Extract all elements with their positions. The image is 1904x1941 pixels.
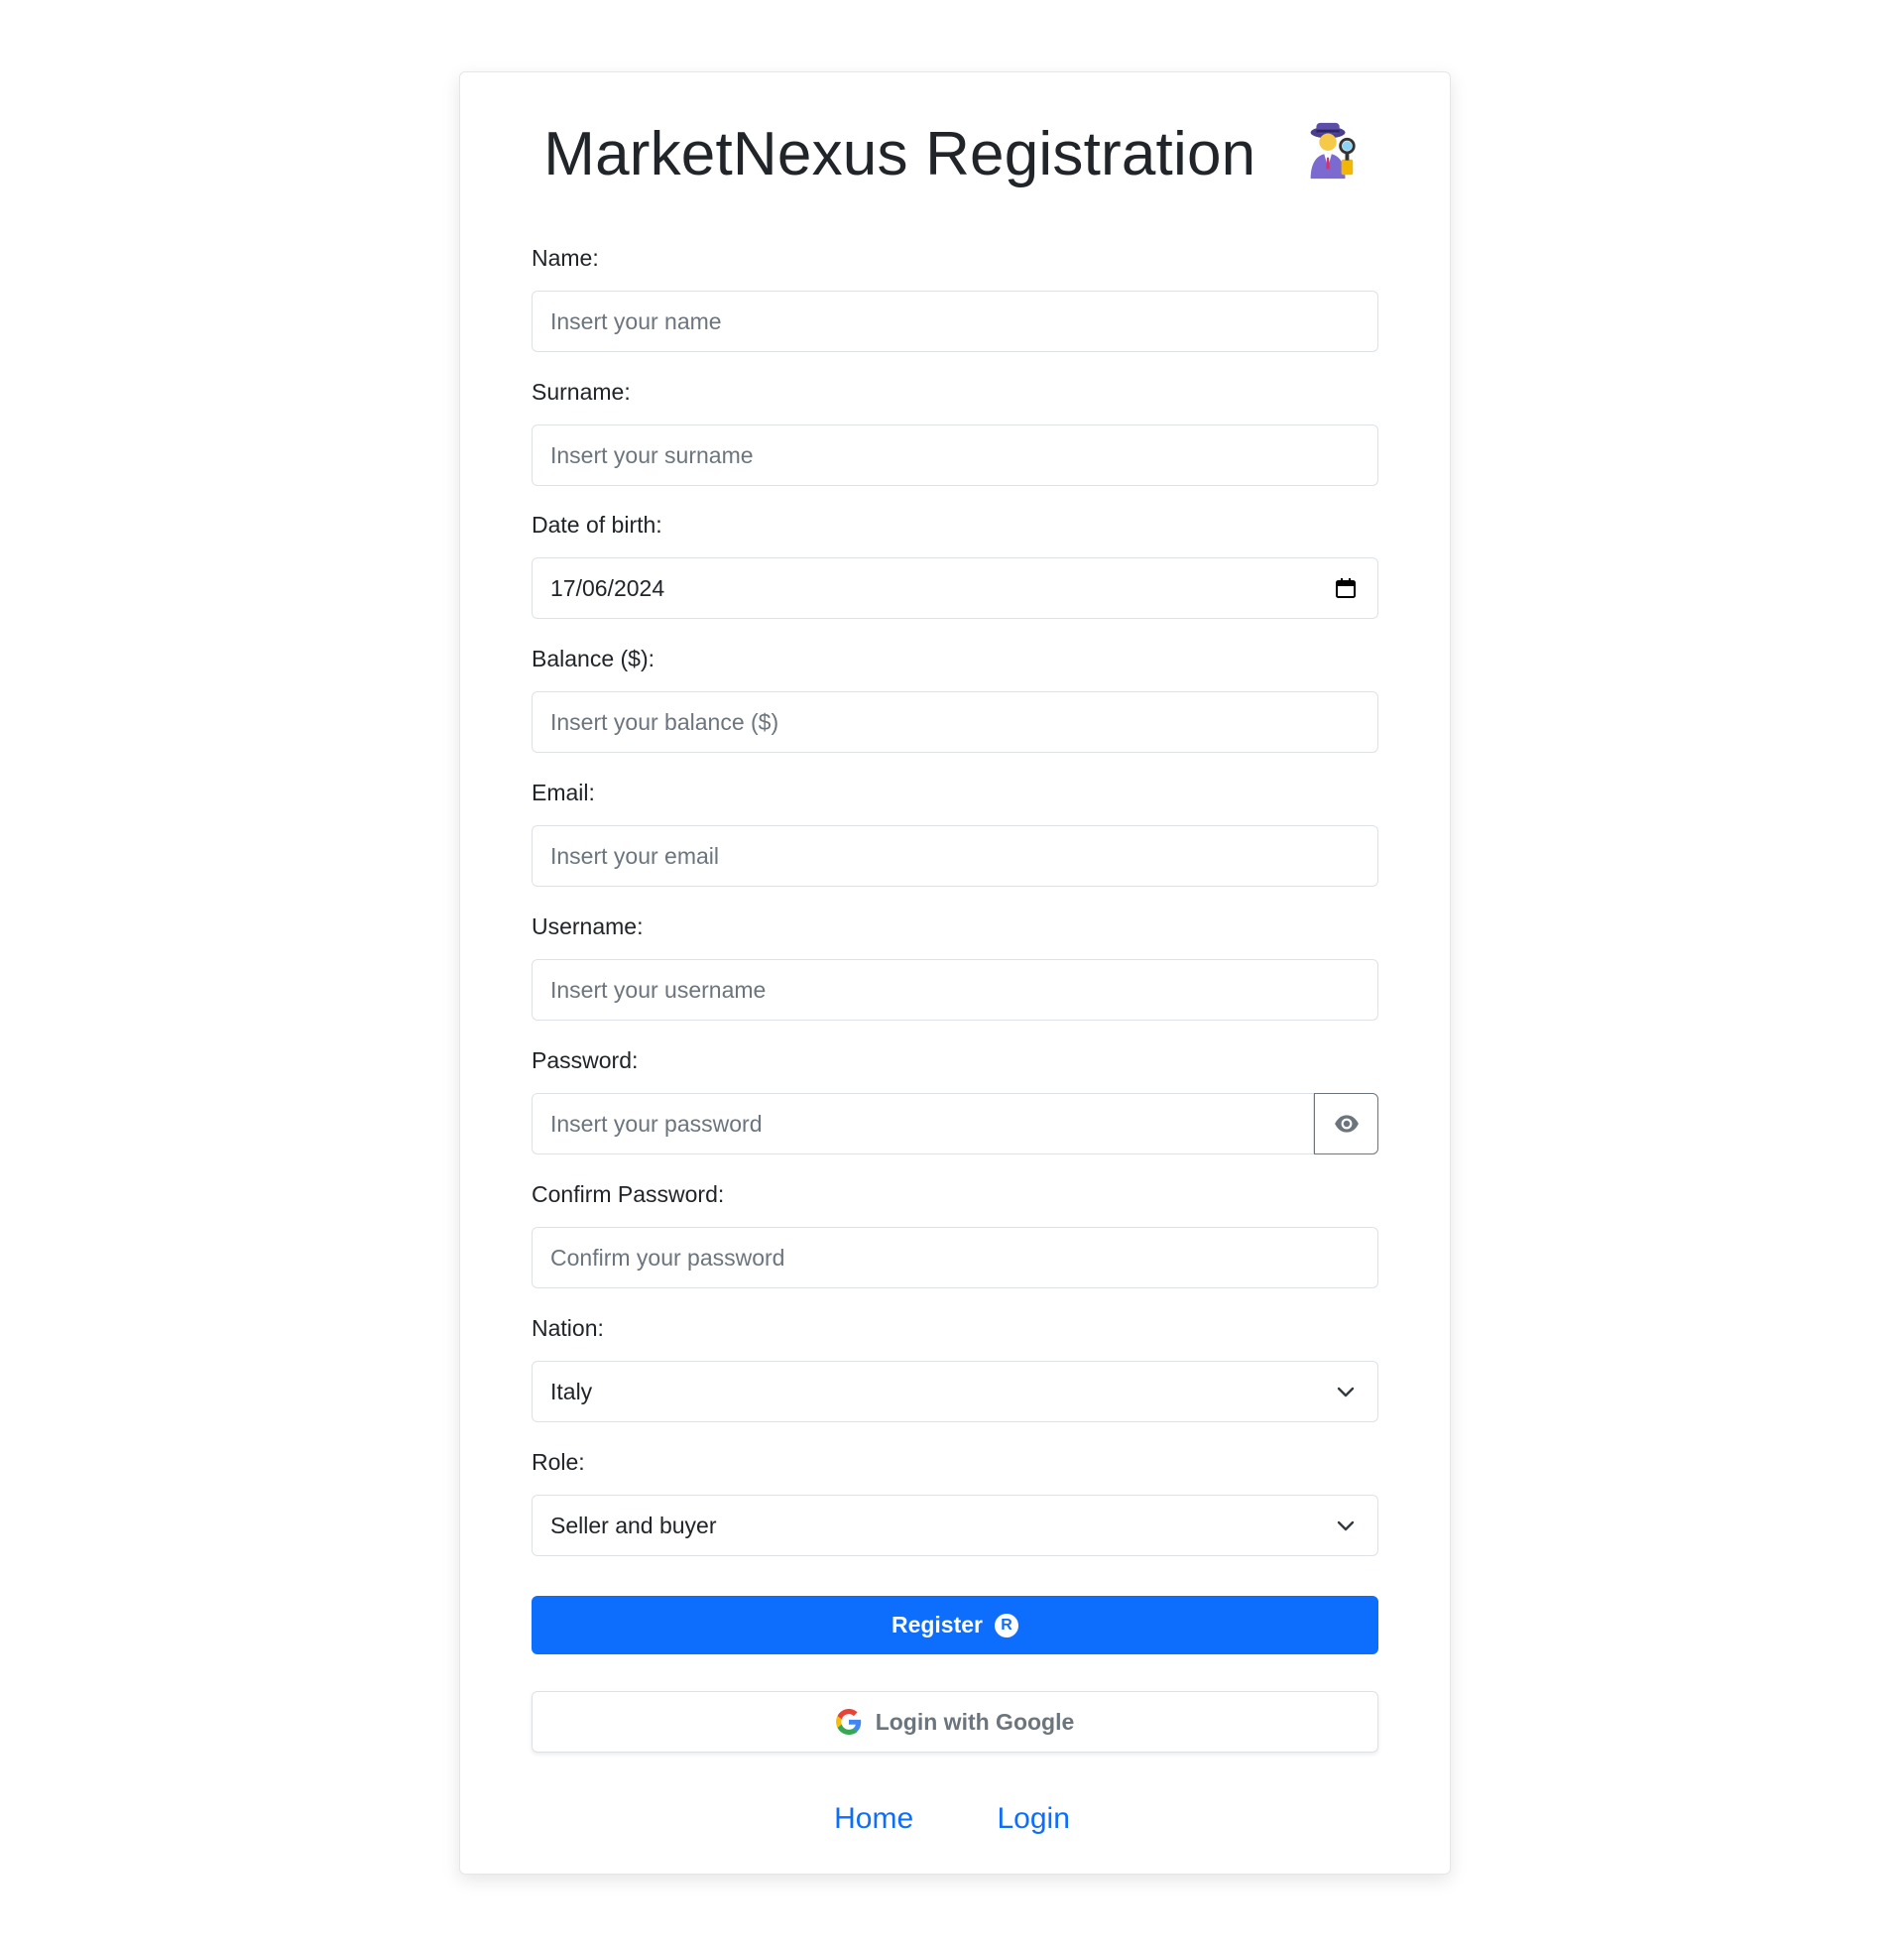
home-link[interactable]: Home [834,1802,913,1835]
register-button[interactable]: Register R [532,1596,1378,1654]
role-label: Role: [532,1449,585,1475]
surname-label: Surname: [532,379,631,405]
name-label: Name: [532,245,599,271]
name-input[interactable]: Insert your name [532,291,1378,352]
confirm-password-input[interactable]: Confirm your password [532,1227,1378,1288]
nation-select[interactable]: Italy [532,1361,1378,1422]
register-button-label: Register [891,1612,984,1638]
email-placeholder: Insert your email [550,842,720,869]
balance-label: Balance ($): [532,646,655,671]
confirm-password-label: Confirm Password: [532,1181,725,1207]
page-title: MarketNexus Registration [0,119,1904,189]
google-logo-icon [835,1709,861,1735]
login-link[interactable]: Login [997,1802,1069,1835]
calendar-icon[interactable] [1334,576,1358,600]
password-label: Password: [532,1047,639,1073]
confirm-password-field-group: Confirm Password: Confirm your password [532,1179,1378,1288]
google-button-label: Login with Google [875,1708,1075,1735]
password-placeholder: Insert your password [550,1110,763,1137]
email-label: Email: [532,780,595,805]
dob-label: Date of birth: [532,512,662,538]
nation-field-group: Nation: Italy [532,1313,1378,1422]
surname-placeholder: Insert your surname [550,441,754,468]
dob-input[interactable]: 17/06/2024 [532,557,1378,619]
balance-input[interactable]: Insert your balance ($) [532,691,1378,753]
nation-value: Italy [550,1378,593,1404]
toggle-password-visibility-button[interactable] [1314,1093,1378,1154]
username-placeholder: Insert your username [550,976,767,1003]
detective-emoji-icon [1310,122,1356,180]
footer-links: Home Login [0,1802,1904,1836]
surname-input[interactable]: Insert your surname [532,425,1378,486]
balance-field-group: Balance ($): Insert your balance ($) [532,644,1378,753]
chevron-down-icon [1337,1520,1355,1531]
role-field-group: Role: Seller and buyer [532,1447,1378,1556]
password-field-group: Password: Insert your password [532,1045,1378,1154]
nation-label: Nation: [532,1315,604,1341]
eye-icon [1334,1115,1359,1133]
dob-value: 17/06/2024 [550,574,665,601]
chevron-down-icon [1337,1387,1355,1397]
email-field-group: Email: Insert your email [532,778,1378,887]
registered-icon: R [995,1613,1019,1638]
username-label: Username: [532,913,644,939]
username-input[interactable]: Insert your username [532,959,1378,1021]
login-with-google-button[interactable]: Login with Google [532,1691,1378,1753]
name-field-group: Name: Insert your name [532,243,1378,352]
balance-placeholder: Insert your balance ($) [550,708,779,735]
password-input[interactable]: Insert your password [532,1093,1314,1154]
confirm-password-placeholder: Confirm your password [550,1244,785,1271]
page-title-text: MarketNexus Registration [543,120,1256,188]
surname-field-group: Surname: Insert your surname [532,377,1378,486]
username-field-group: Username: Insert your username [532,911,1378,1021]
email-input[interactable]: Insert your email [532,825,1378,887]
dob-field-group: Date of birth: 17/06/2024 [532,510,1378,619]
role-select[interactable]: Seller and buyer [532,1495,1378,1556]
role-value: Seller and buyer [550,1512,717,1538]
name-placeholder: Insert your name [550,307,722,334]
